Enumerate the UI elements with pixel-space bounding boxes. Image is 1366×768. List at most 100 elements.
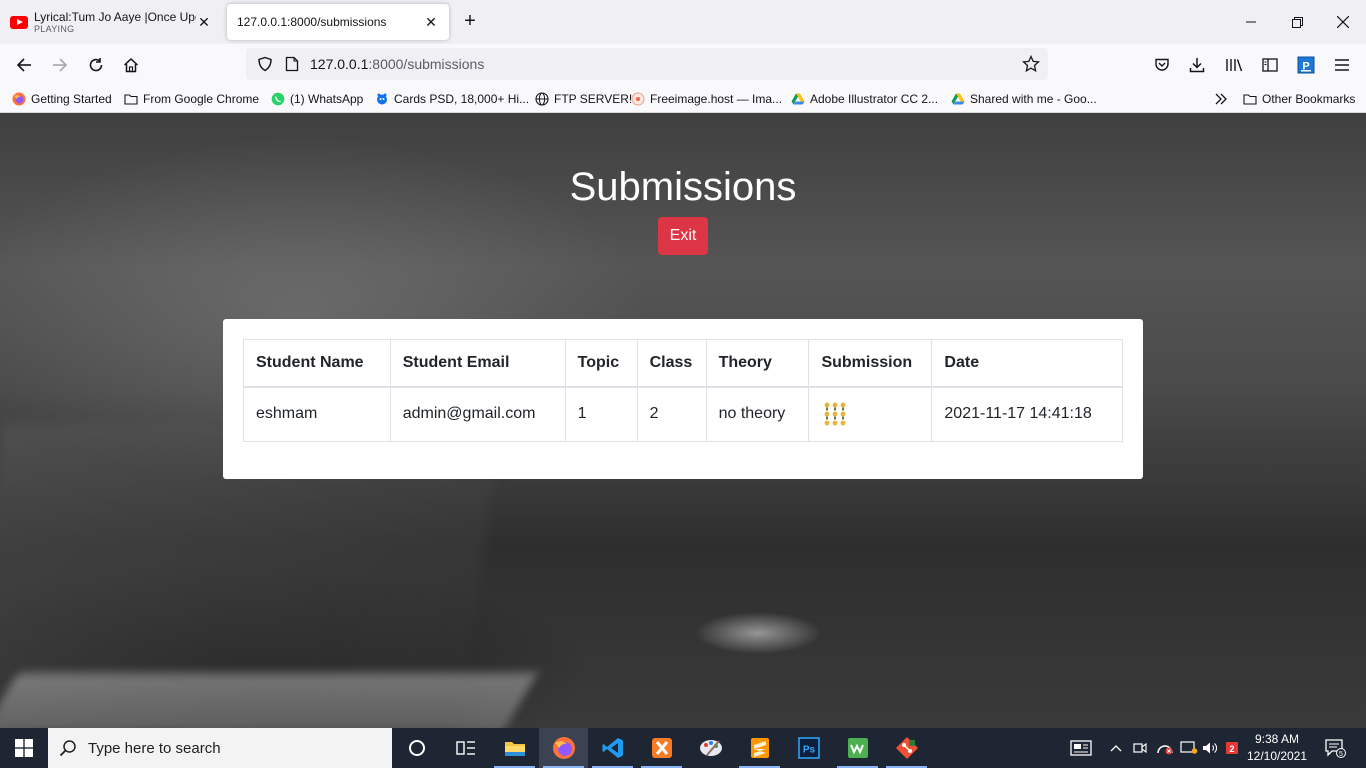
- submission-image-thumbnail[interactable]: [821, 399, 852, 430]
- chevron-overflow-icon[interactable]: [1214, 90, 1228, 108]
- network-icon[interactable]: [1178, 728, 1200, 768]
- svg-text:2: 2: [1229, 744, 1234, 754]
- column-header-student-name: Student Name: [243, 339, 391, 388]
- freepik-icon: [377, 93, 387, 105]
- task-view-icon[interactable]: [441, 728, 490, 768]
- bookmark-adobe-illustrator[interactable]: Adobe Illustrator CC 2...: [791, 90, 938, 108]
- back-arrow-icon[interactable]: [9, 50, 39, 80]
- exit-button[interactable]: Exit: [658, 217, 708, 255]
- downloads-icon[interactable]: [1185, 53, 1209, 77]
- column-header-theory: Theory: [705, 339, 810, 388]
- cell-submission: [808, 386, 933, 442]
- bookmark-cards-psd[interactable]: Cards PSD, 18,000+ Hi...: [375, 90, 529, 108]
- tab-playing-label: PLAYING: [34, 24, 75, 34]
- column-header-submission: Submission: [808, 339, 933, 388]
- bookmark-star-icon[interactable]: [1020, 53, 1042, 75]
- close-tab-icon[interactable]: ✕: [196, 14, 212, 31]
- search-icon: [48, 739, 88, 757]
- tab-strip: Lyrical:Tum Jo Aaye |Once Upon PLAYING ✕…: [0, 0, 1366, 44]
- close-window-button[interactable]: [1320, 0, 1366, 44]
- sidebar-icon[interactable]: [1258, 53, 1282, 77]
- paint-icon[interactable]: [686, 728, 735, 768]
- clock-date: 12/10/2021: [1246, 749, 1308, 763]
- folder-icon: [1243, 94, 1257, 105]
- search-placeholder: Type here to search: [88, 739, 221, 757]
- windows-logo-icon: [15, 739, 33, 757]
- forward-arrow-icon[interactable]: [45, 50, 75, 80]
- home-icon[interactable]: [116, 50, 146, 80]
- tracking-protection-icon[interactable]: [250, 56, 280, 72]
- file-explorer-icon[interactable]: [490, 728, 539, 768]
- new-tab-button[interactable]: +: [458, 10, 482, 34]
- globe-icon: [535, 92, 549, 106]
- clock-time: 9:38 AM: [1254, 732, 1300, 746]
- taskbar-search-box[interactable]: Type here to search: [48, 728, 392, 768]
- page-title: Submissions: [569, 165, 797, 209]
- chevron-up-icon[interactable]: [1106, 728, 1126, 768]
- pocket-icon[interactable]: [1150, 53, 1174, 77]
- cell-student-email: admin@gmail.com: [389, 386, 566, 442]
- google-drive-icon: [791, 93, 805, 105]
- folder-icon: [124, 94, 138, 105]
- cell-student-name: eshmam: [243, 386, 391, 442]
- google-drive-icon: [951, 93, 965, 105]
- tab-media-playing[interactable]: Lyrical:Tum Jo Aaye |Once Upon PLAYING ✕: [0, 4, 222, 40]
- close-tab-icon[interactable]: ✕: [423, 14, 439, 31]
- column-header-date: Date: [931, 339, 1123, 388]
- vscode-icon[interactable]: [588, 728, 637, 768]
- url-text[interactable]: 127.0.0.1:8000/submissions: [310, 56, 484, 72]
- bookmark-getting-started[interactable]: Getting Started: [12, 90, 112, 108]
- cell-topic: 1: [564, 386, 638, 442]
- tray-app-icon[interactable]: [1154, 728, 1176, 768]
- tab-title: Lyrical:Tum Jo Aaye |Once Upon: [34, 10, 196, 24]
- address-bar[interactable]: 127.0.0.1:8000/submissions: [246, 48, 1048, 80]
- start-button[interactable]: [0, 728, 48, 768]
- volume-icon[interactable]: [1200, 728, 1222, 768]
- firefox-icon: [12, 92, 26, 106]
- cortana-icon[interactable]: [392, 728, 441, 768]
- notification-center-icon[interactable]: 5: [1320, 728, 1350, 768]
- column-header-student-email: Student Email: [389, 339, 566, 388]
- sublime-icon[interactable]: [735, 728, 784, 768]
- minimize-button[interactable]: [1228, 0, 1274, 44]
- git-icon[interactable]: [882, 728, 931, 768]
- whatsapp-icon: [271, 92, 285, 106]
- column-header-class: Class: [636, 339, 707, 388]
- svg-text:Ps: Ps: [802, 745, 815, 756]
- notification-count: 5: [1339, 751, 1343, 758]
- bookmark-from-google-chrome[interactable]: From Google Chrome: [124, 90, 259, 108]
- page-info-icon[interactable]: [280, 56, 304, 72]
- xampp-icon[interactable]: [637, 728, 686, 768]
- table-row: eshmam admin@gmail.com 1 2 no theory 202…: [243, 386, 1123, 442]
- table-header-row: Student Name Student Email Topic Class T…: [243, 339, 1123, 388]
- restore-button[interactable]: [1274, 0, 1320, 44]
- extension-icon[interactable]: P: [1294, 53, 1318, 77]
- bookmarks-toolbar: Getting Started From Google Chrome (1) W…: [0, 85, 1366, 113]
- tab-submissions[interactable]: 127.0.0.1:8000/submissions ✕: [227, 4, 449, 40]
- freeimage-icon: [631, 92, 645, 106]
- firefox-taskbar-icon[interactable]: [539, 728, 588, 768]
- library-icon[interactable]: [1222, 53, 1246, 77]
- bookmark-whatsapp[interactable]: (1) WhatsApp: [271, 90, 363, 108]
- bookmark-freeimage-host[interactable]: Freeimage.host — Ima...: [631, 90, 782, 108]
- photoshop-icon[interactable]: Ps: [784, 728, 833, 768]
- wamp-icon[interactable]: [833, 728, 882, 768]
- news-widget-icon[interactable]: [1066, 728, 1096, 768]
- system-clock[interactable]: 9:38 AM 12/10/2021: [1244, 731, 1310, 765]
- cell-theory: no theory: [705, 386, 810, 442]
- tab-title: 127.0.0.1:8000/submissions: [237, 15, 387, 29]
- antivirus-icon[interactable]: 2: [1222, 728, 1244, 768]
- cell-date: 2021-11-17 14:41:18: [931, 386, 1123, 442]
- page-content: Submissions Exit Student Name Student Em…: [0, 113, 1366, 728]
- submissions-table: Student Name Student Email Topic Class T…: [243, 339, 1123, 442]
- column-header-topic: Topic: [564, 339, 638, 388]
- other-bookmarks[interactable]: Other Bookmarks: [1243, 90, 1355, 108]
- navigation-toolbar: 127.0.0.1:8000/submissions P: [0, 44, 1366, 85]
- meet-now-icon[interactable]: [1130, 728, 1150, 768]
- cell-class: 2: [636, 386, 707, 442]
- reload-icon[interactable]: [81, 50, 111, 80]
- bookmark-shared-with-me[interactable]: Shared with me - Goo...: [951, 90, 1097, 108]
- submissions-card: Student Name Student Email Topic Class T…: [223, 319, 1143, 479]
- menu-icon[interactable]: [1330, 53, 1354, 77]
- bookmark-ftp-server[interactable]: FTP SERVER!: [535, 90, 632, 108]
